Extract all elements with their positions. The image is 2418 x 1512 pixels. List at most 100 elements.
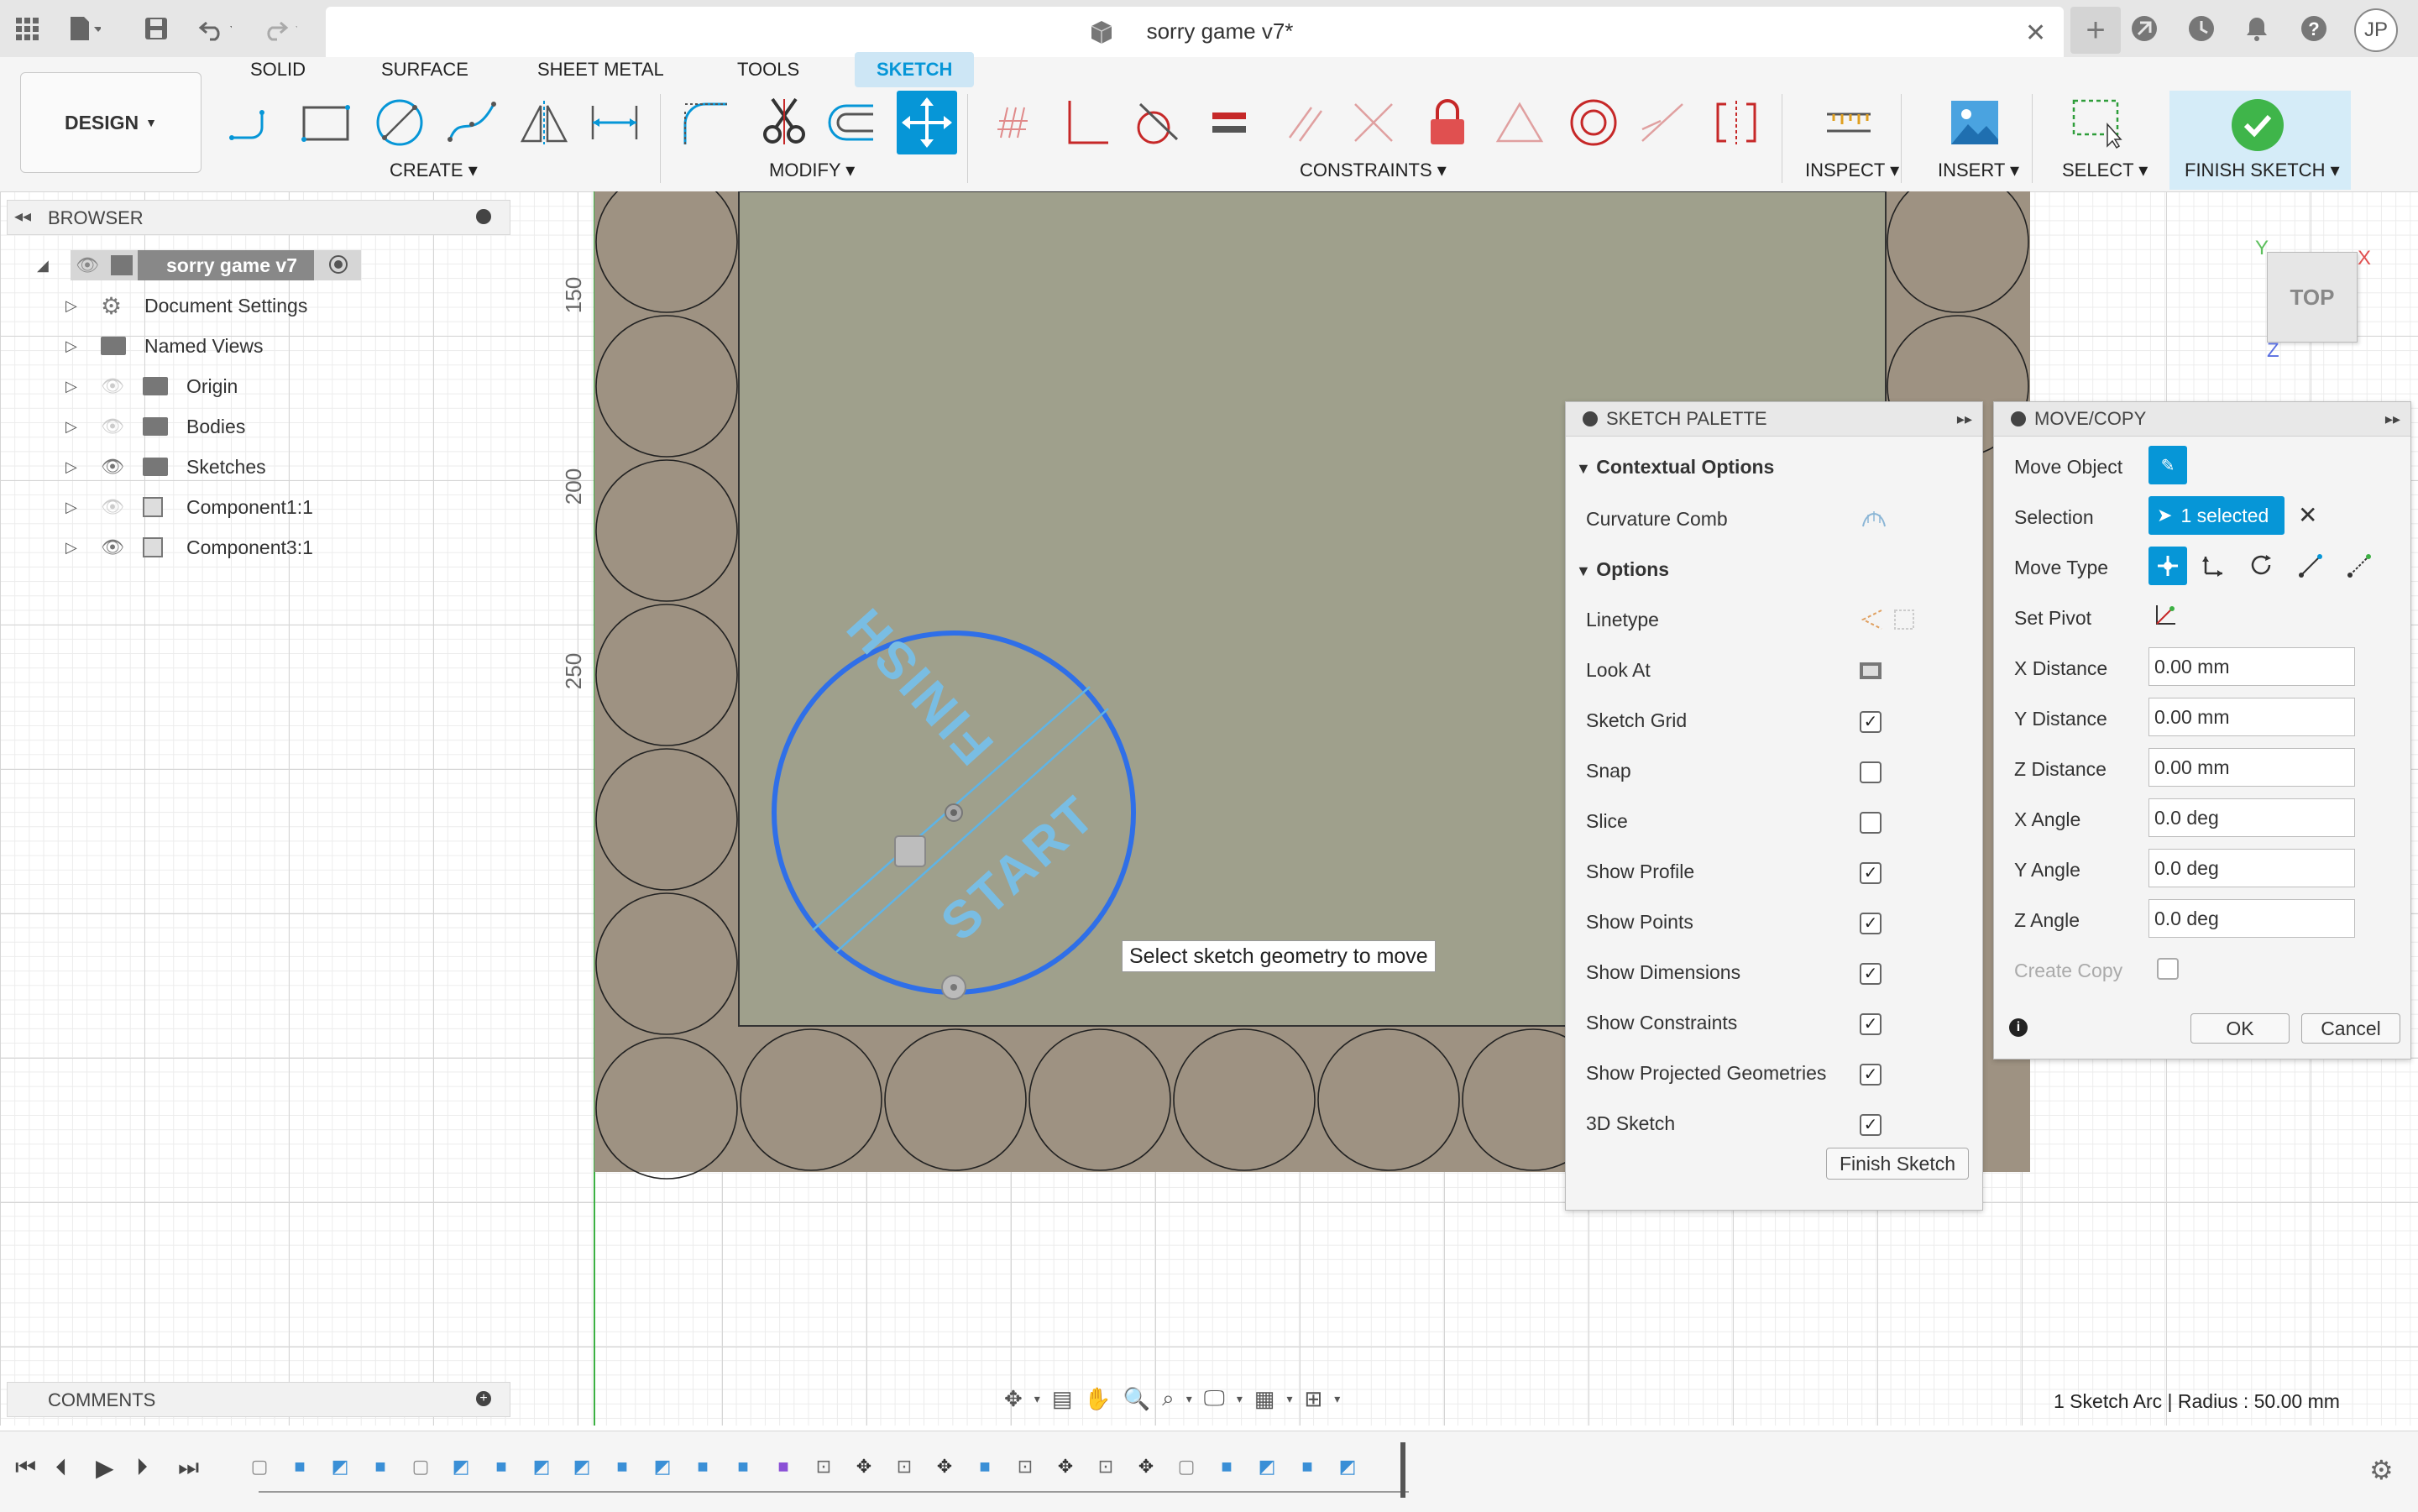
extensions-icon[interactable] [2128,12,2161,45]
spline-tool-icon[interactable] [445,96,499,149]
display-dropdown-icon[interactable]: ▾ [1237,1392,1243,1406]
dialog-options-icon[interactable] [2011,411,2026,426]
grid-dropdown-icon[interactable]: ▾ [1286,1392,1292,1406]
timeline-feature-icon[interactable]: ■ [972,1454,997,1479]
redo-icon[interactable] [264,12,297,45]
cancel-button[interactable]: Cancel [2301,1013,2400,1044]
fit-zoom-icon[interactable]: ⌕ [1162,1385,1175,1412]
palette-option-checkbox[interactable] [1860,761,1882,783]
trim-tool-icon[interactable] [757,96,811,149]
expand-arrow-icon[interactable]: ▷ [65,337,77,355]
view-cube[interactable]: TOP [2267,252,2358,343]
timeline-feature-icon[interactable]: ▢ [247,1454,272,1479]
grid-settings-icon[interactable]: ▦ [1254,1386,1275,1412]
insert-menu[interactable]: INSERT ▾ [1938,160,2019,181]
timeline-feature-icon[interactable]: ⊡ [811,1454,836,1479]
orbit-dropdown-icon[interactable]: ▾ [1034,1392,1040,1406]
timeline-feature-icon[interactable]: ⊡ [892,1454,917,1479]
job-status-icon[interactable] [2185,12,2218,45]
expand-arrow-icon[interactable]: ▷ [65,297,77,315]
set-pivot-icon[interactable] [2152,602,2179,633]
pan-hand-icon[interactable]: ✋ [1084,1386,1111,1412]
undo-icon[interactable] [198,12,232,45]
fix-constraint-icon[interactable] [1421,96,1474,149]
visibility-eye-icon[interactable]: 👁 [101,416,124,437]
tab-sketch[interactable]: SKETCH [877,59,952,81]
expand-arrow-icon[interactable]: ▷ [65,418,77,436]
select-window-icon[interactable] [2070,96,2124,149]
timeline-feature-icon[interactable]: ■ [730,1454,756,1479]
collapse-arrow-icon[interactable]: ◢ [37,257,49,275]
display-settings-icon[interactable]: 🖵 [1204,1385,1225,1412]
info-icon[interactable]: i [2009,1018,2028,1037]
timeline-feature-icon[interactable]: ▢ [408,1454,433,1479]
palette-option-checkbox[interactable]: ✓ [1860,1114,1882,1136]
timeline-marker[interactable] [1400,1442,1405,1498]
timeline-feature-icon[interactable]: ■ [368,1454,393,1479]
move-field-input[interactable]: 0.0 deg [2148,798,2355,837]
collapse-browser-icon[interactable]: ◂◂ [14,206,31,227]
timeline-feature-icon[interactable]: ◩ [529,1454,554,1479]
palette-options-icon[interactable] [1583,411,1598,426]
palette-option-checkbox[interactable]: ✓ [1860,1064,1882,1086]
timeline-feature-icon[interactable]: ■ [1295,1454,1320,1479]
step-back-icon[interactable]: ⏴ [55,1454,67,1482]
move-field-input[interactable]: 0.0 deg [2148,899,2355,938]
move-field-input[interactable]: 0.00 mm [2148,698,2355,736]
free-move-type-icon[interactable] [2148,547,2187,585]
sketch-dimension-icon[interactable] [588,96,641,149]
tab-solid[interactable]: SOLID [250,59,306,81]
equal-constraint-icon[interactable] [1202,96,1256,149]
activate-radio-icon[interactable] [329,255,348,274]
timeline-feature-icon[interactable]: ⊡ [1093,1454,1118,1479]
select-menu[interactable]: SELECT ▾ [2062,160,2148,181]
measure-tool-icon[interactable] [1822,96,1876,149]
tree-item[interactable]: ▷ 👁 Component1:1 [0,490,504,524]
timeline-feature-icon[interactable]: ■ [610,1454,635,1479]
tree-item[interactable]: ▷ Named Views [0,329,504,363]
offset-tool-icon[interactable] [824,96,878,149]
document-tab[interactable]: sorry game v7* ✕ [326,7,2064,57]
visibility-eye-icon[interactable]: 👁 [101,496,124,518]
tree-item[interactable]: ▷ ⚙ Document Settings [0,289,504,322]
move-object-sketch-icon[interactable]: ✎ [2148,446,2187,484]
expand-dialog-icon[interactable]: ▸▸ [2385,411,2400,428]
close-tab-icon[interactable]: ✕ [2025,18,2046,48]
timeline-feature-icon[interactable]: ◩ [448,1454,474,1479]
curvature-comb-icon[interactable] [1860,503,1888,536]
browser-options-icon[interactable] [476,209,491,224]
finish-sketch-button[interactable]: FINISH SKETCH ▾ [2169,91,2351,190]
timeline-feature-icon[interactable]: ■ [771,1454,796,1479]
symmetry-constraint-icon[interactable] [1493,96,1547,149]
fillet-tool-icon[interactable] [678,96,732,149]
options-section[interactable]: ▼ Options [1576,558,1669,581]
notifications-icon[interactable] [2240,12,2274,45]
comments-header[interactable]: COMMENTS + [7,1382,510,1417]
horizontal-vertical-constraint-icon[interactable] [1709,96,1763,149]
timeline-feature-icon[interactable]: ✥ [851,1454,877,1479]
add-comment-icon[interactable]: + [476,1391,491,1406]
new-tab-button[interactable]: + [2070,7,2121,54]
sketch-palette-header[interactable]: SKETCH PALETTE ▸▸ [1566,402,1982,437]
modify-menu[interactable]: MODIFY ▾ [769,160,855,181]
palette-option-checkbox[interactable]: ✓ [1860,711,1882,733]
move-copy-header[interactable]: MOVE/COPY ▸▸ [1994,402,2410,437]
collinear-constraint-icon[interactable] [1636,96,1689,149]
visibility-eye-icon[interactable]: 👁 [101,375,124,397]
visibility-eye-icon[interactable]: 👁 [76,254,99,276]
visibility-eye-icon[interactable]: 👁 [101,456,124,478]
contextual-options-section[interactable]: ▼ Contextual Options [1576,456,1774,479]
file-menu-icon[interactable] [67,12,101,45]
timeline-feature-icon[interactable]: ◩ [1335,1454,1360,1479]
timeline-feature-icon[interactable]: ✥ [1053,1454,1078,1479]
timeline-feature-icon[interactable]: ✥ [932,1454,957,1479]
create-menu[interactable]: CREATE ▾ [390,160,478,181]
timeline-feature-icon[interactable]: ◩ [650,1454,675,1479]
palette-option-checkbox[interactable]: ✓ [1860,1013,1882,1035]
midpoint-constraint-icon[interactable] [1347,96,1400,149]
move-copy-tool-icon[interactable] [897,91,957,154]
timeline-feature-icon[interactable]: ■ [287,1454,312,1479]
linetype-icon[interactable] [1858,605,1917,638]
rotate-move-type-icon[interactable] [2249,553,2274,583]
expand-arrow-icon[interactable]: ▷ [65,539,77,557]
